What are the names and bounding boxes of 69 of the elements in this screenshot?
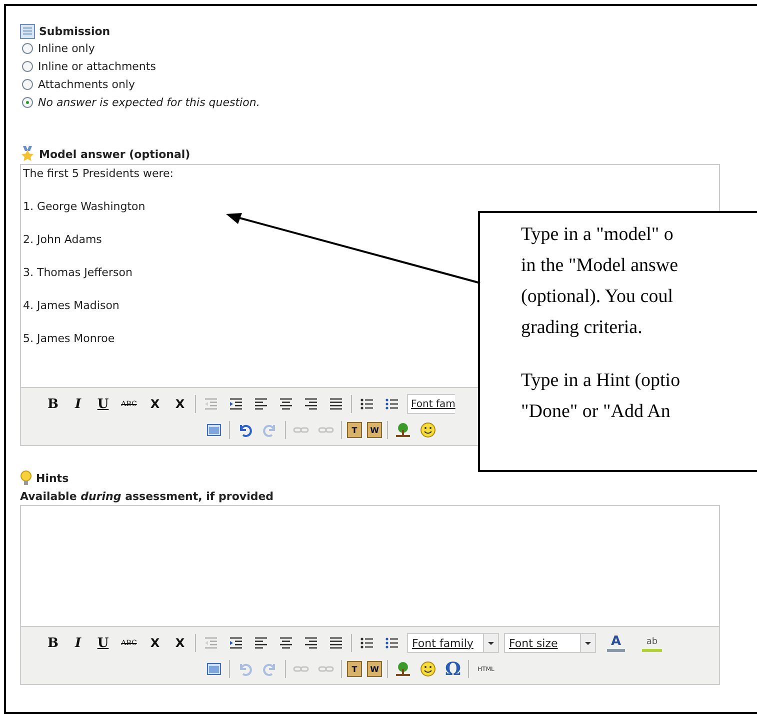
paste-text-button[interactable]: T bbox=[347, 661, 362, 677]
window-icon bbox=[206, 422, 222, 438]
bullet-list-icon bbox=[359, 396, 375, 412]
bullet-list-icon bbox=[359, 635, 375, 651]
callout-text: "Done" or "Add An bbox=[521, 400, 672, 424]
light-bulb-icon bbox=[20, 470, 32, 486]
subscript-button[interactable]: X bbox=[145, 633, 165, 653]
align-right-icon bbox=[303, 635, 319, 651]
option-label: Inline only bbox=[38, 42, 95, 55]
section-title: Hints bbox=[36, 472, 69, 484]
align-left-icon bbox=[253, 396, 269, 412]
text-color-button[interactable]: A bbox=[607, 634, 625, 652]
picture-button[interactable] bbox=[393, 659, 413, 679]
answer-text: 4. James Madison bbox=[23, 299, 120, 313]
smiley-icon bbox=[420, 422, 436, 438]
option-label: Attachments only bbox=[38, 78, 135, 91]
align-left-icon bbox=[253, 635, 269, 651]
answer-text: 3. Thomas Jefferson bbox=[23, 266, 132, 280]
radio-button[interactable] bbox=[22, 61, 33, 72]
highlight-color-button[interactable]: ab bbox=[642, 634, 662, 652]
underline-button[interactable]: U bbox=[93, 394, 113, 414]
medal-icon bbox=[20, 146, 35, 162]
smiley-button[interactable] bbox=[418, 420, 438, 440]
tree-icon bbox=[395, 422, 411, 438]
callout-text: Type in a "model" o bbox=[521, 223, 674, 247]
paste-text-button[interactable]: T bbox=[347, 422, 362, 438]
answer-text: 2. John Adams bbox=[23, 233, 102, 247]
option-label: No answer is expected for this question. bbox=[38, 96, 260, 109]
smiley-button[interactable] bbox=[418, 659, 438, 679]
section-subtitle: Available during assessment, if provided bbox=[20, 490, 275, 503]
option-label: Inline or attachments bbox=[38, 60, 156, 73]
smiley-icon bbox=[420, 661, 436, 677]
form-icon bbox=[20, 24, 35, 39]
answer-text: 1. George Washington bbox=[23, 200, 146, 214]
italic-button[interactable]: I bbox=[68, 633, 88, 653]
font-select[interactable]: Font size bbox=[504, 633, 596, 653]
tree-icon bbox=[395, 661, 411, 677]
align-right-icon bbox=[303, 396, 319, 412]
callout-text: Type in a Hint (optio bbox=[521, 369, 682, 393]
radio-button[interactable] bbox=[22, 79, 33, 90]
paste-word-button[interactable]: W bbox=[367, 661, 382, 677]
subscript-button[interactable]: X bbox=[145, 394, 165, 414]
superscript-button[interactable]: X bbox=[170, 633, 190, 653]
align-center-icon bbox=[278, 396, 294, 412]
justify-icon bbox=[328, 635, 344, 651]
callout-text: in the "Model answe bbox=[521, 254, 680, 278]
font-select[interactable]: Font family bbox=[407, 633, 499, 653]
callout-text: (optional). You coul bbox=[521, 285, 674, 309]
numbered-list-icon bbox=[384, 635, 400, 651]
answer-text: 5. James Monroe bbox=[23, 332, 115, 346]
bold-button[interactable]: B bbox=[43, 394, 63, 414]
underline-button[interactable]: U bbox=[93, 633, 113, 653]
italic-button[interactable]: I bbox=[68, 394, 88, 414]
window-icon bbox=[206, 661, 222, 677]
font-select[interactable]: Font fam bbox=[407, 394, 456, 414]
radio-button[interactable] bbox=[22, 97, 33, 108]
callout-text: grading criteria. bbox=[521, 316, 644, 340]
picture-button[interactable] bbox=[393, 420, 413, 440]
align-center-icon bbox=[278, 635, 294, 651]
radio-button[interactable] bbox=[22, 43, 33, 54]
justify-icon bbox=[328, 396, 344, 412]
superscript-button[interactable]: X bbox=[170, 394, 190, 414]
section-title: Model answer (optional) bbox=[39, 148, 190, 160]
numbered-list-icon bbox=[384, 396, 400, 412]
paste-word-button[interactable]: W bbox=[367, 422, 382, 438]
answer-text: The first 5 Presidents were: bbox=[23, 167, 174, 181]
bold-button[interactable]: B bbox=[43, 633, 63, 653]
section-title: Submission bbox=[39, 25, 110, 38]
special-character-button[interactable]: Ω bbox=[443, 659, 463, 679]
